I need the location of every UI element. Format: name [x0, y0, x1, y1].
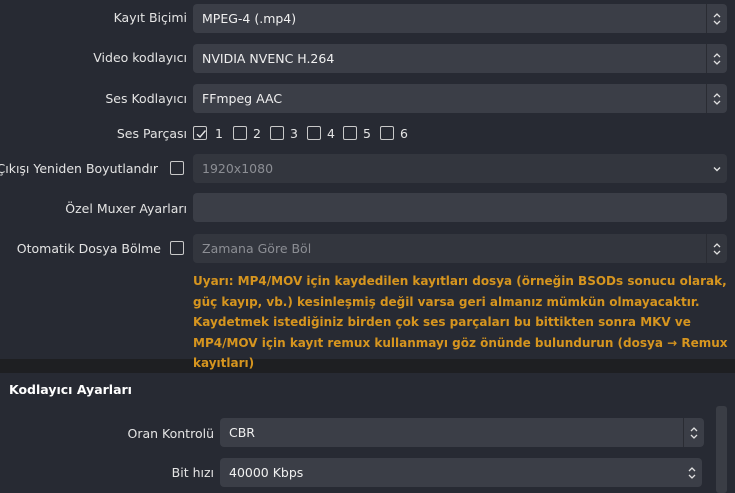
video-encoder-label: Video kodlayıcı: [93, 50, 187, 65]
rate-control-value: CBR: [229, 425, 255, 440]
audio-track-label: Ses Parçası: [116, 126, 187, 141]
updown-arrows-icon: [706, 44, 727, 73]
audio-track-3-checkbox[interactable]: [270, 126, 284, 140]
audio-track-6-checkbox[interactable]: [380, 126, 394, 140]
auto-split-value: Zamana Göre Böl: [202, 241, 312, 256]
bitrate-spinbox[interactable]: 40000 Kbps: [220, 458, 702, 487]
auto-split-checkbox[interactable]: [170, 241, 184, 255]
audio-track-1-label: 1: [215, 126, 223, 141]
updown-arrows-icon: [706, 234, 727, 263]
bitrate-value: 40000 Kbps: [229, 465, 304, 480]
bitrate-label: Bit hızı: [171, 465, 214, 480]
custom-muxer-label: Özel Muxer Ayarları: [65, 201, 187, 216]
audio-encoder-select[interactable]: FFmpeg AAC: [193, 84, 727, 113]
auto-split-label: Otomatik Dosya Bölme: [16, 241, 161, 256]
audio-track-1-checkbox[interactable]: [193, 126, 207, 140]
scrollbar-thumb[interactable]: [716, 406, 727, 493]
audio-encoder-value: FFmpeg AAC: [202, 91, 283, 106]
chevron-down-icon: [706, 154, 727, 183]
updown-arrows-icon: [683, 418, 704, 447]
video-encoder-select[interactable]: NVIDIA NVENC H.264: [193, 44, 727, 73]
rescale-output-select[interactable]: 1920x1080: [193, 154, 727, 183]
spinbox-arrows-icon[interactable]: [681, 458, 702, 487]
audio-track-3-label: 3: [290, 126, 298, 141]
recording-format-label: Kayıt Biçimi: [113, 10, 187, 25]
encoder-settings-title: Kodlayıcı Ayarları: [9, 382, 132, 397]
auto-split-select[interactable]: Zamana Göre Böl: [193, 234, 727, 263]
audio-track-6-label: 6: [400, 126, 408, 141]
audio-track-5-label: 5: [363, 126, 371, 141]
updown-arrows-icon: [706, 4, 727, 33]
audio-track-4-checkbox[interactable]: [307, 126, 321, 140]
mp4-warning-text: Uyarı: MP4/MOV için kaydedilen kayıtları…: [193, 274, 728, 370]
audio-track-2-checkbox[interactable]: [233, 126, 247, 140]
rescale-output-checkbox[interactable]: [170, 161, 184, 175]
audio-track-2-label: 2: [253, 126, 261, 141]
audio-track-5-checkbox[interactable]: [343, 126, 357, 140]
updown-arrows-icon: [706, 84, 727, 113]
rescale-output-label: Çıkışı Yeniden Boyutlandır: [0, 161, 158, 176]
custom-muxer-input[interactable]: [193, 193, 727, 222]
audio-track-4-label: 4: [327, 126, 335, 141]
checkmark-icon: [196, 130, 207, 139]
rate-control-label: Oran Kontrolü: [127, 426, 215, 441]
rate-control-select[interactable]: CBR: [220, 418, 704, 447]
recording-format-select[interactable]: MPEG-4 (.mp4): [193, 4, 727, 33]
recording-format-value: MPEG-4 (.mp4): [202, 11, 297, 26]
video-encoder-value: NVIDIA NVENC H.264: [202, 51, 335, 66]
rescale-output-value: 1920x1080: [202, 161, 274, 176]
audio-encoder-label: Ses Kodlayıcı: [105, 91, 187, 106]
